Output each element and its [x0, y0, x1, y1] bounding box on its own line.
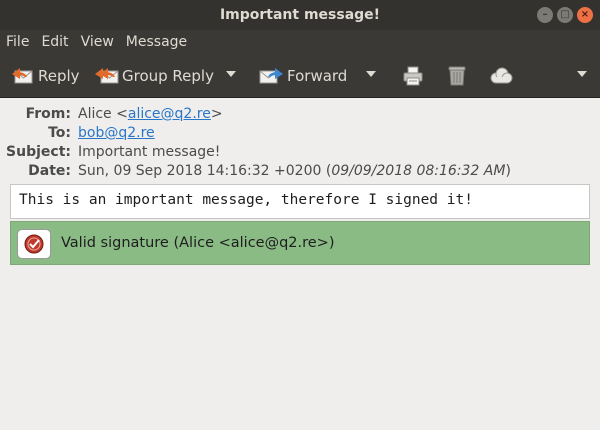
signature-seal-icon	[17, 229, 51, 259]
date-label: Date:	[28, 163, 71, 179]
group-reply-button[interactable]: Group Reply	[94, 55, 214, 97]
cloud-button[interactable]	[488, 55, 514, 97]
reply-label: Reply	[38, 67, 80, 85]
signature-status-bar: Valid signature (Alice <alice@q2.re>)	[10, 221, 590, 265]
print-button[interactable]	[402, 55, 424, 97]
from-email-link[interactable]: alice@q2.re	[128, 106, 211, 122]
window-controls: – □ ×	[537, 7, 593, 23]
forward-button[interactable]: Forward	[258, 55, 347, 97]
subject-label: Subject:	[6, 144, 71, 160]
from-name: Alice <	[78, 106, 128, 122]
date-utc: Sun, 09 Sep 2018 14:16:32 +0200 (	[78, 163, 332, 179]
print-icon	[402, 65, 424, 87]
message-body-text: This is an important message, therefore …	[19, 192, 473, 208]
overflow-menu-icon[interactable]	[577, 71, 587, 77]
forward-label: Forward	[287, 67, 348, 85]
window-title: Important message!	[219, 7, 381, 23]
close-button[interactable]: ×	[577, 7, 593, 23]
maximize-button[interactable]: □	[557, 7, 573, 23]
menu-view[interactable]: View	[75, 30, 120, 55]
reply-icon	[10, 65, 34, 87]
reply-button[interactable]: Reply	[10, 55, 80, 97]
menu-file[interactable]: File	[0, 30, 35, 55]
minimize-button[interactable]: –	[537, 7, 553, 23]
menu-message[interactable]: Message	[120, 30, 193, 55]
menu-bar: File Edit View Message	[0, 30, 600, 55]
trash-icon	[446, 65, 468, 87]
forward-icon	[258, 65, 284, 87]
toolbar: Reply Group Reply Forward	[0, 55, 600, 98]
date-close: )	[505, 163, 511, 179]
from-value: Alice <alice@q2.re>	[78, 105, 223, 124]
from-label: From:	[25, 106, 71, 122]
group-reply-icon	[94, 65, 120, 87]
group-reply-label: Group Reply	[122, 67, 214, 85]
forward-dropdown-icon[interactable]	[366, 71, 376, 77]
date-value: Sun, 09 Sep 2018 14:16:32 +0200 (09/09/2…	[78, 162, 511, 181]
from-close: >	[210, 106, 223, 122]
window-titlebar: Important message! – □ ×	[0, 0, 600, 30]
signature-status-text: Valid signature (Alice <alice@q2.re>)	[61, 235, 335, 251]
group-reply-dropdown-icon[interactable]	[226, 71, 236, 77]
message-body[interactable]: This is an important message, therefore …	[10, 184, 590, 219]
subject-value: Important message!	[78, 144, 221, 160]
delete-button[interactable]	[446, 55, 468, 97]
to-label: To:	[48, 125, 71, 141]
cloud-icon	[488, 65, 514, 87]
to-email-link[interactable]: bob@q2.re	[78, 124, 155, 143]
menu-edit[interactable]: Edit	[35, 30, 74, 55]
date-local: 09/09/2018 08:16:32 AM	[331, 163, 506, 179]
